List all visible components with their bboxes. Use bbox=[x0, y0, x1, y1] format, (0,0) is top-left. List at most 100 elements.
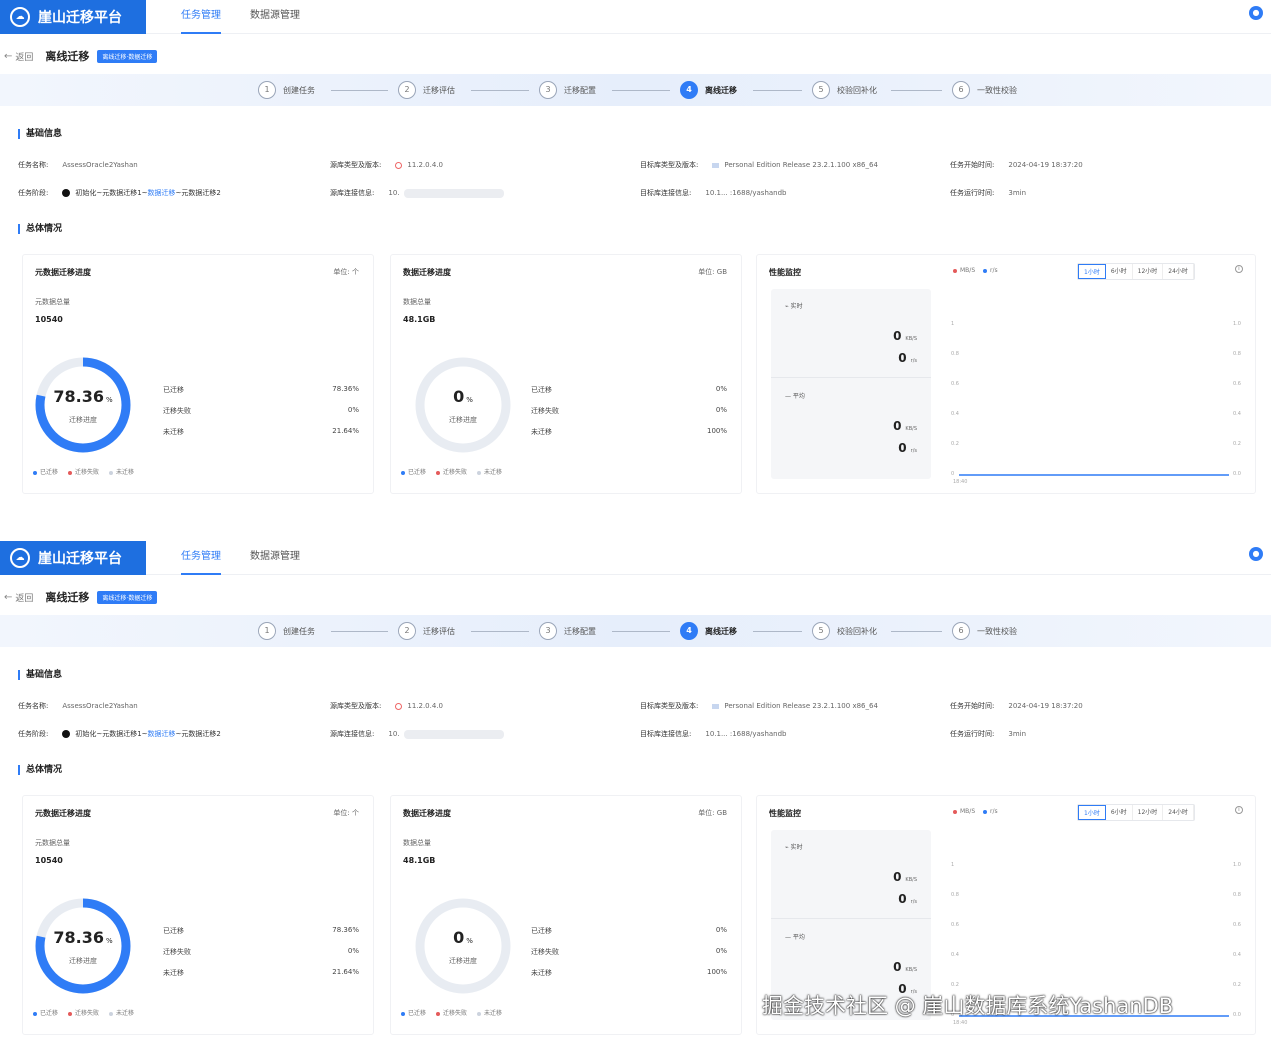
legend-item: 已迁移 bbox=[33, 1008, 58, 1017]
step-4[interactable]: 4 离线迁移 bbox=[680, 80, 737, 100]
y-right-tick: 0.8 bbox=[1233, 892, 1241, 898]
stat-row: 迁移失败 0% bbox=[163, 406, 359, 416]
step-5[interactable]: 5 校验回补化 bbox=[812, 621, 877, 641]
source-conn-field: 源库连接信息: 10. bbox=[330, 188, 504, 198]
back-arrow-icon[interactable]: ← bbox=[4, 51, 12, 62]
step-label: 迁移配置 bbox=[564, 626, 596, 636]
back-link[interactable]: 返回 bbox=[15, 50, 33, 63]
step-3[interactable]: 3 迁移配置 bbox=[539, 621, 596, 641]
phase-current-link[interactable]: 数据迁移 bbox=[148, 188, 176, 198]
stat-label: 迁移失败 bbox=[163, 407, 191, 415]
nav-datasource-management[interactable]: 数据源管理 bbox=[250, 541, 300, 575]
legend-item: 未迁移 bbox=[477, 1008, 502, 1017]
section-overview: 总体情况 bbox=[18, 765, 62, 775]
step-number: 6 bbox=[952, 622, 970, 640]
y-right-tick: 0.2 bbox=[1233, 441, 1241, 447]
source-conn-field: 源库连接信息: 10. bbox=[330, 729, 504, 739]
stat-label: 已迁移 bbox=[531, 927, 552, 935]
nav-datasource-management[interactable]: 数据源管理 bbox=[250, 0, 300, 34]
total-label: 数据总量 bbox=[403, 298, 431, 306]
target-type-field: 目标库类型及版本: Personal Edition Release 23.2.… bbox=[640, 701, 878, 711]
step-1[interactable]: 1 创建任务 bbox=[258, 621, 315, 641]
donut-center: 0% 迁移进度 bbox=[413, 896, 513, 996]
step-6[interactable]: 6 一致性校验 bbox=[952, 80, 1017, 100]
step-number: 4 bbox=[680, 622, 698, 640]
y-right-tick: 0.0 bbox=[1233, 1012, 1241, 1018]
stat-label: 未迁移 bbox=[163, 428, 184, 436]
source-type-field: 源库类型及版本: 11.2.0.4.0 bbox=[330, 701, 443, 711]
phase-current-link[interactable]: 数据迁移 bbox=[148, 729, 176, 739]
stat-label: 迁移失败 bbox=[531, 948, 559, 956]
step-connector bbox=[753, 90, 802, 91]
back-arrow-icon[interactable]: ← bbox=[4, 592, 12, 603]
user-avatar-icon[interactable]: ● bbox=[1249, 6, 1263, 20]
start-time-value: 2024-04-19 18:37:20 bbox=[1008, 702, 1083, 710]
y-right-tick: 0.0 bbox=[1233, 471, 1241, 477]
brand-logo[interactable]: ☁ 崖山迁移平台 bbox=[0, 541, 146, 575]
donut-caption: 迁移进度 bbox=[449, 416, 477, 424]
step-5[interactable]: 5 校验回补化 bbox=[812, 80, 877, 100]
step-number: 2 bbox=[398, 81, 416, 99]
percent-value: 0 bbox=[453, 928, 465, 947]
stat-value: 78.36% bbox=[332, 385, 359, 393]
y-right-tick: 1.0 bbox=[1233, 862, 1241, 868]
redacted-block bbox=[403, 188, 504, 198]
step-6[interactable]: 6 一致性校验 bbox=[952, 621, 1017, 641]
chart-svg bbox=[959, 474, 1229, 476]
page-titlebar: ← 返回 离线迁移 离线迁移·数据迁移 bbox=[4, 44, 158, 68]
percent-display: 78.36% bbox=[33, 387, 133, 406]
percent-value: 78.36 bbox=[53, 387, 104, 406]
target-conn-label: 目标库连接信息: bbox=[640, 189, 692, 197]
nav-task-management[interactable]: 任务管理 bbox=[181, 0, 221, 34]
back-link[interactable]: 返回 bbox=[15, 591, 33, 604]
y-left-tick: 0.4 bbox=[951, 952, 959, 958]
donut-caption: 迁移进度 bbox=[449, 957, 477, 965]
step-connector bbox=[612, 631, 670, 632]
donut-caption: 迁移进度 bbox=[69, 957, 97, 965]
start-time-field: 任务开始时间: 2024-04-19 18:37:20 bbox=[950, 701, 1083, 711]
legend-item: 迁移失败 bbox=[68, 1008, 99, 1017]
run-time-label: 任务运行时间: bbox=[950, 730, 995, 738]
step-number: 1 bbox=[258, 81, 276, 99]
stat-label: 未迁移 bbox=[531, 428, 552, 436]
brand-logo[interactable]: ☁ 崖山迁移平台 bbox=[0, 0, 146, 34]
total-value: 10540 bbox=[35, 856, 63, 865]
y-left-tick: 0.6 bbox=[951, 922, 959, 928]
step-1[interactable]: 1 创建任务 bbox=[258, 80, 315, 100]
cloud-logo-icon: ☁ bbox=[10, 7, 30, 27]
page-titlebar: ← 返回 离线迁移 离线迁移·数据迁移 bbox=[4, 585, 158, 609]
target-type-label: 目标库类型及版本: bbox=[640, 161, 699, 169]
data-progress-card: 数据迁移进度 单位: GB 数据总量 48.1GB 0% 迁移进度 已迁移 0% … bbox=[390, 254, 742, 494]
task-name-value: AssessOracle2Yashan bbox=[62, 161, 138, 169]
y-right-tick: 1.0 bbox=[1233, 321, 1241, 327]
user-avatar-icon[interactable]: ● bbox=[1249, 547, 1263, 561]
source-conn-value: 10. bbox=[388, 730, 400, 738]
step-progress-bar: 1 创建任务 2 迁移评估 3 迁移配置 4 离线迁移 5 校验回补化 6 一致性校验 bbox=[0, 74, 1271, 106]
step-connector bbox=[612, 90, 670, 91]
percent-sign: % bbox=[105, 937, 113, 945]
total-label: 元数据总量 bbox=[35, 839, 70, 847]
stat-row: 未迁移 100% bbox=[531, 968, 727, 978]
stat-value: 0% bbox=[715, 926, 727, 934]
step-3[interactable]: 3 迁移配置 bbox=[539, 80, 596, 100]
y-left-tick: 1 bbox=[951, 321, 955, 327]
total-value: 10540 bbox=[35, 315, 63, 324]
target-type-field: 目标库类型及版本: Personal Edition Release 23.2.… bbox=[640, 160, 878, 170]
source-type-label: 源库类型及版本: bbox=[330, 702, 382, 710]
y-left-tick: 0.4 bbox=[951, 411, 959, 417]
x-tick: 18:40 bbox=[953, 1020, 968, 1026]
stat-value: 0% bbox=[715, 947, 727, 955]
source-conn-value: 10. bbox=[388, 189, 400, 197]
card-title: 元数据迁移进度 bbox=[35, 809, 91, 818]
nav-task-management[interactable]: 任务管理 bbox=[181, 541, 221, 575]
run-time-field: 任务运行时间: 3min bbox=[950, 188, 1026, 198]
y-left-tick: 0.8 bbox=[951, 351, 959, 357]
percent-display: 0% bbox=[413, 928, 513, 947]
total-value: 48.1GB bbox=[403, 315, 436, 324]
step-4[interactable]: 4 离线迁移 bbox=[680, 621, 737, 641]
step-number: 5 bbox=[812, 81, 830, 99]
step-2[interactable]: 2 迁移评估 bbox=[398, 621, 455, 641]
step-connector bbox=[471, 90, 529, 91]
target-type-label: 目标库类型及版本: bbox=[640, 702, 699, 710]
step-2[interactable]: 2 迁移评估 bbox=[398, 80, 455, 100]
